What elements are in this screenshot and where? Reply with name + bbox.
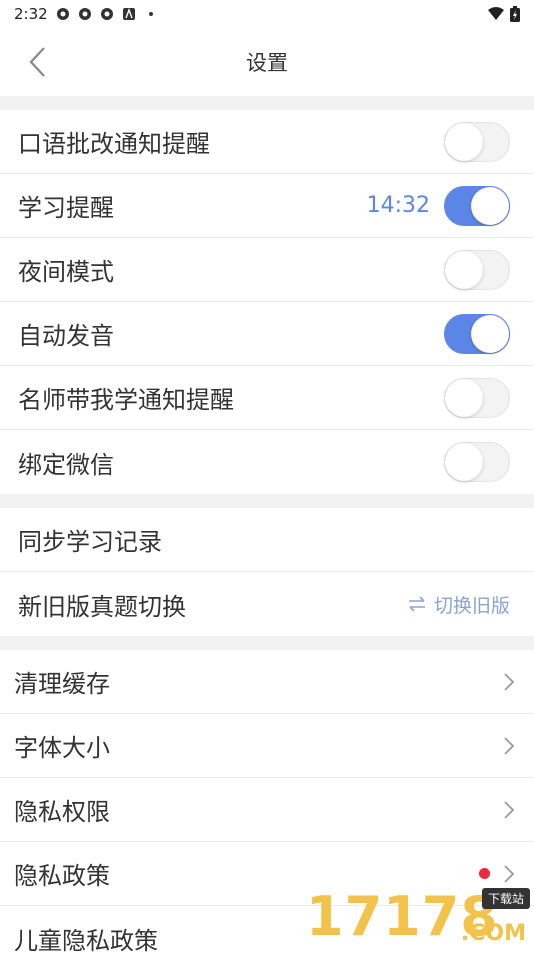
app-header: 设置	[0, 28, 534, 96]
notification-settings-section: 口语批改通知提醒 学习提醒 14:32 夜间模式 自动发音 名师带我学通知提醒 …	[0, 110, 534, 494]
setting-label: 儿童隐私政策	[14, 926, 158, 955]
setting-row-bind-wechat: 绑定微信	[0, 430, 534, 494]
setting-label: 绑定微信	[18, 450, 114, 479]
status-bar: 2:32	[0, 0, 534, 28]
chevron-right-icon	[504, 736, 515, 755]
version-switch-row: 新旧版真题切换 切换旧版	[0, 572, 534, 636]
setting-row-auto-pronounce: 自动发音	[0, 302, 534, 366]
clear-cache-row[interactable]: 清理缓存	[0, 650, 534, 714]
setting-label: 清理缓存	[14, 670, 110, 698]
watermark-tag: 下载站	[481, 888, 530, 909]
app-notification-icon	[56, 8, 69, 20]
back-arrow-icon	[29, 47, 45, 77]
setting-row-study-reminder: 学习提醒 14:32	[0, 174, 534, 238]
switch-old-version-label: 切换旧版	[433, 594, 510, 617]
setting-row-speaking-notify: 口语批改通知提醒	[0, 110, 534, 174]
study-settings-section: 同步学习记录 新旧版真题切换 切换旧版	[0, 508, 534, 636]
setting-label: 学习提醒	[18, 194, 114, 222]
font-notification-icon	[122, 8, 135, 20]
chevron-right-icon	[504, 672, 515, 691]
more-notifications-icon	[148, 12, 153, 16]
chevron-right-icon	[504, 864, 515, 883]
privacy-permissions-row[interactable]: 隐私权限	[0, 778, 534, 842]
site-watermark: 17178 下载站 .COM	[306, 885, 532, 950]
switch-old-version-button[interactable]: 切换旧版	[408, 591, 510, 618]
page-title: 设置	[246, 51, 288, 75]
setting-label: 同步学习记录	[18, 528, 162, 556]
chevron-right-icon	[504, 800, 515, 819]
setting-label: 名师带我学通知提醒	[18, 386, 234, 414]
toggle-study-reminder[interactable]	[444, 185, 510, 226]
section-divider	[0, 494, 534, 508]
setting-label: 夜间模式	[18, 258, 114, 286]
app-notification-icon	[78, 8, 91, 20]
setting-label: 隐私政策	[14, 862, 110, 890]
toggle-auto-pronounce[interactable]	[444, 313, 510, 354]
status-time: 2:32	[14, 5, 48, 23]
reminder-time[interactable]: 14:32	[367, 193, 430, 218]
wifi-icon	[488, 7, 504, 20]
watermark-domain: .COM	[460, 921, 526, 946]
section-divider	[0, 96, 534, 110]
battery-icon	[510, 6, 520, 22]
app-notification-icon	[100, 8, 113, 20]
setting-label: 口语批改通知提醒	[18, 130, 210, 158]
toggle-bind-wechat[interactable]	[444, 442, 510, 482]
toggle-speaking-notify[interactable]	[444, 121, 510, 162]
setting-label: 自动发音	[18, 322, 114, 350]
setting-label: 字体大小	[14, 734, 110, 762]
section-divider	[0, 636, 534, 650]
font-size-row[interactable]: 字体大小	[0, 714, 534, 778]
toggle-teacher-notify[interactable]	[444, 377, 510, 418]
swap-icon	[408, 596, 425, 612]
toggle-night-mode[interactable]	[444, 249, 510, 290]
setting-label: 新旧版真题切换	[18, 592, 186, 621]
new-badge-dot	[479, 868, 490, 879]
setting-label: 隐私权限	[14, 798, 110, 826]
sync-study-record-row[interactable]: 同步学习记录	[0, 508, 534, 572]
setting-row-teacher-notify: 名师带我学通知提醒	[0, 366, 534, 430]
setting-row-night-mode: 夜间模式	[0, 238, 534, 302]
back-button[interactable]	[22, 44, 52, 80]
